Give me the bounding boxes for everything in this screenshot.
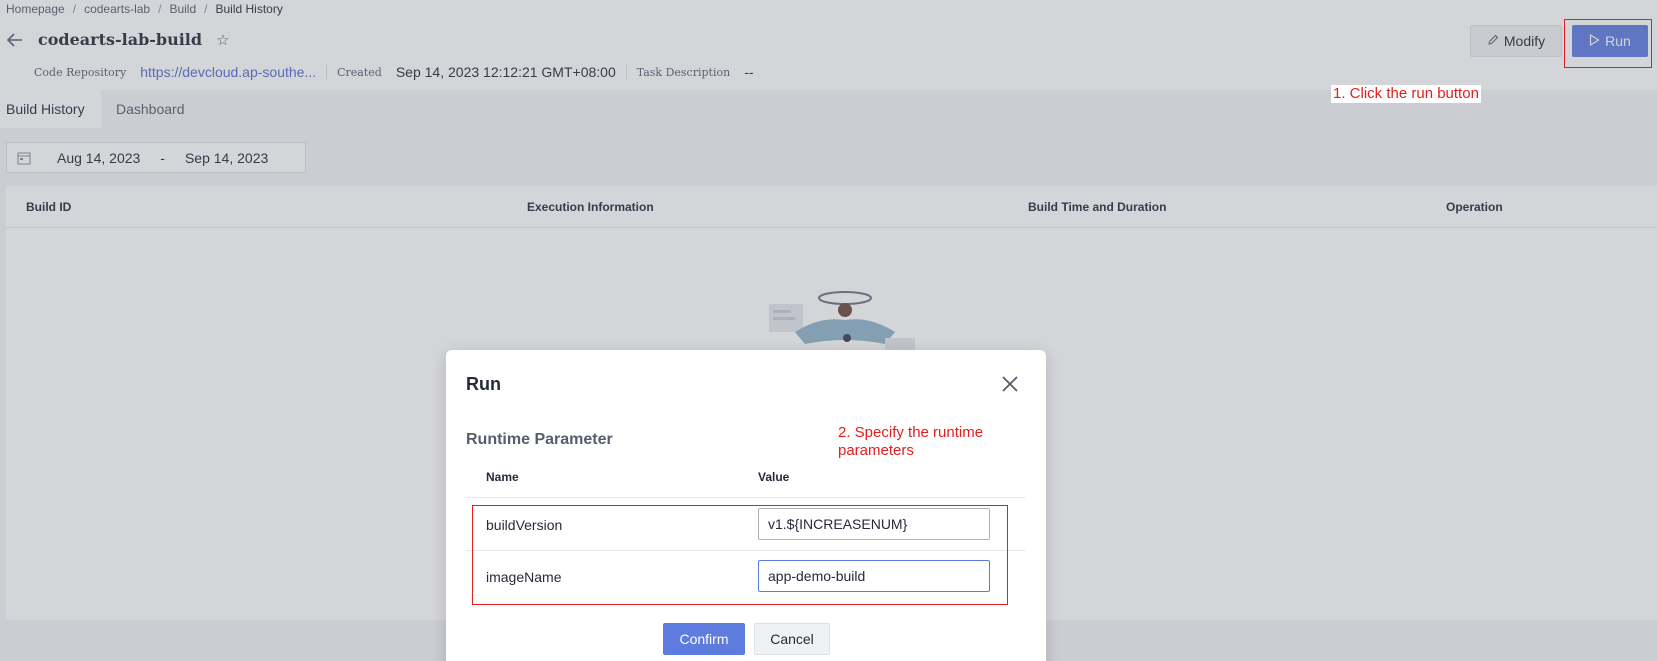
step-1-annotation: 1. Click the run button [1331,85,1481,103]
cancel-button[interactable]: Cancel [754,623,830,655]
param-column-name: Name [486,470,519,484]
run-button-highlight [1564,19,1652,68]
dialog-title: Run [466,374,501,394]
close-icon[interactable] [1000,374,1020,394]
step-2-annotation: 2. Specify the runtime parameters [836,424,1046,460]
param-header-divider [466,497,1026,498]
confirm-button[interactable]: Confirm [663,623,745,655]
build-history-page: Homepage / codearts-lab / Build / Build … [0,0,1657,661]
runtime-parameter-heading: Runtime Parameter [466,431,613,448]
param-column-value: Value [758,470,790,484]
params-highlight [472,505,1008,605]
run-dialog: Run Runtime Parameter Name Value buildVe… [446,350,1046,661]
